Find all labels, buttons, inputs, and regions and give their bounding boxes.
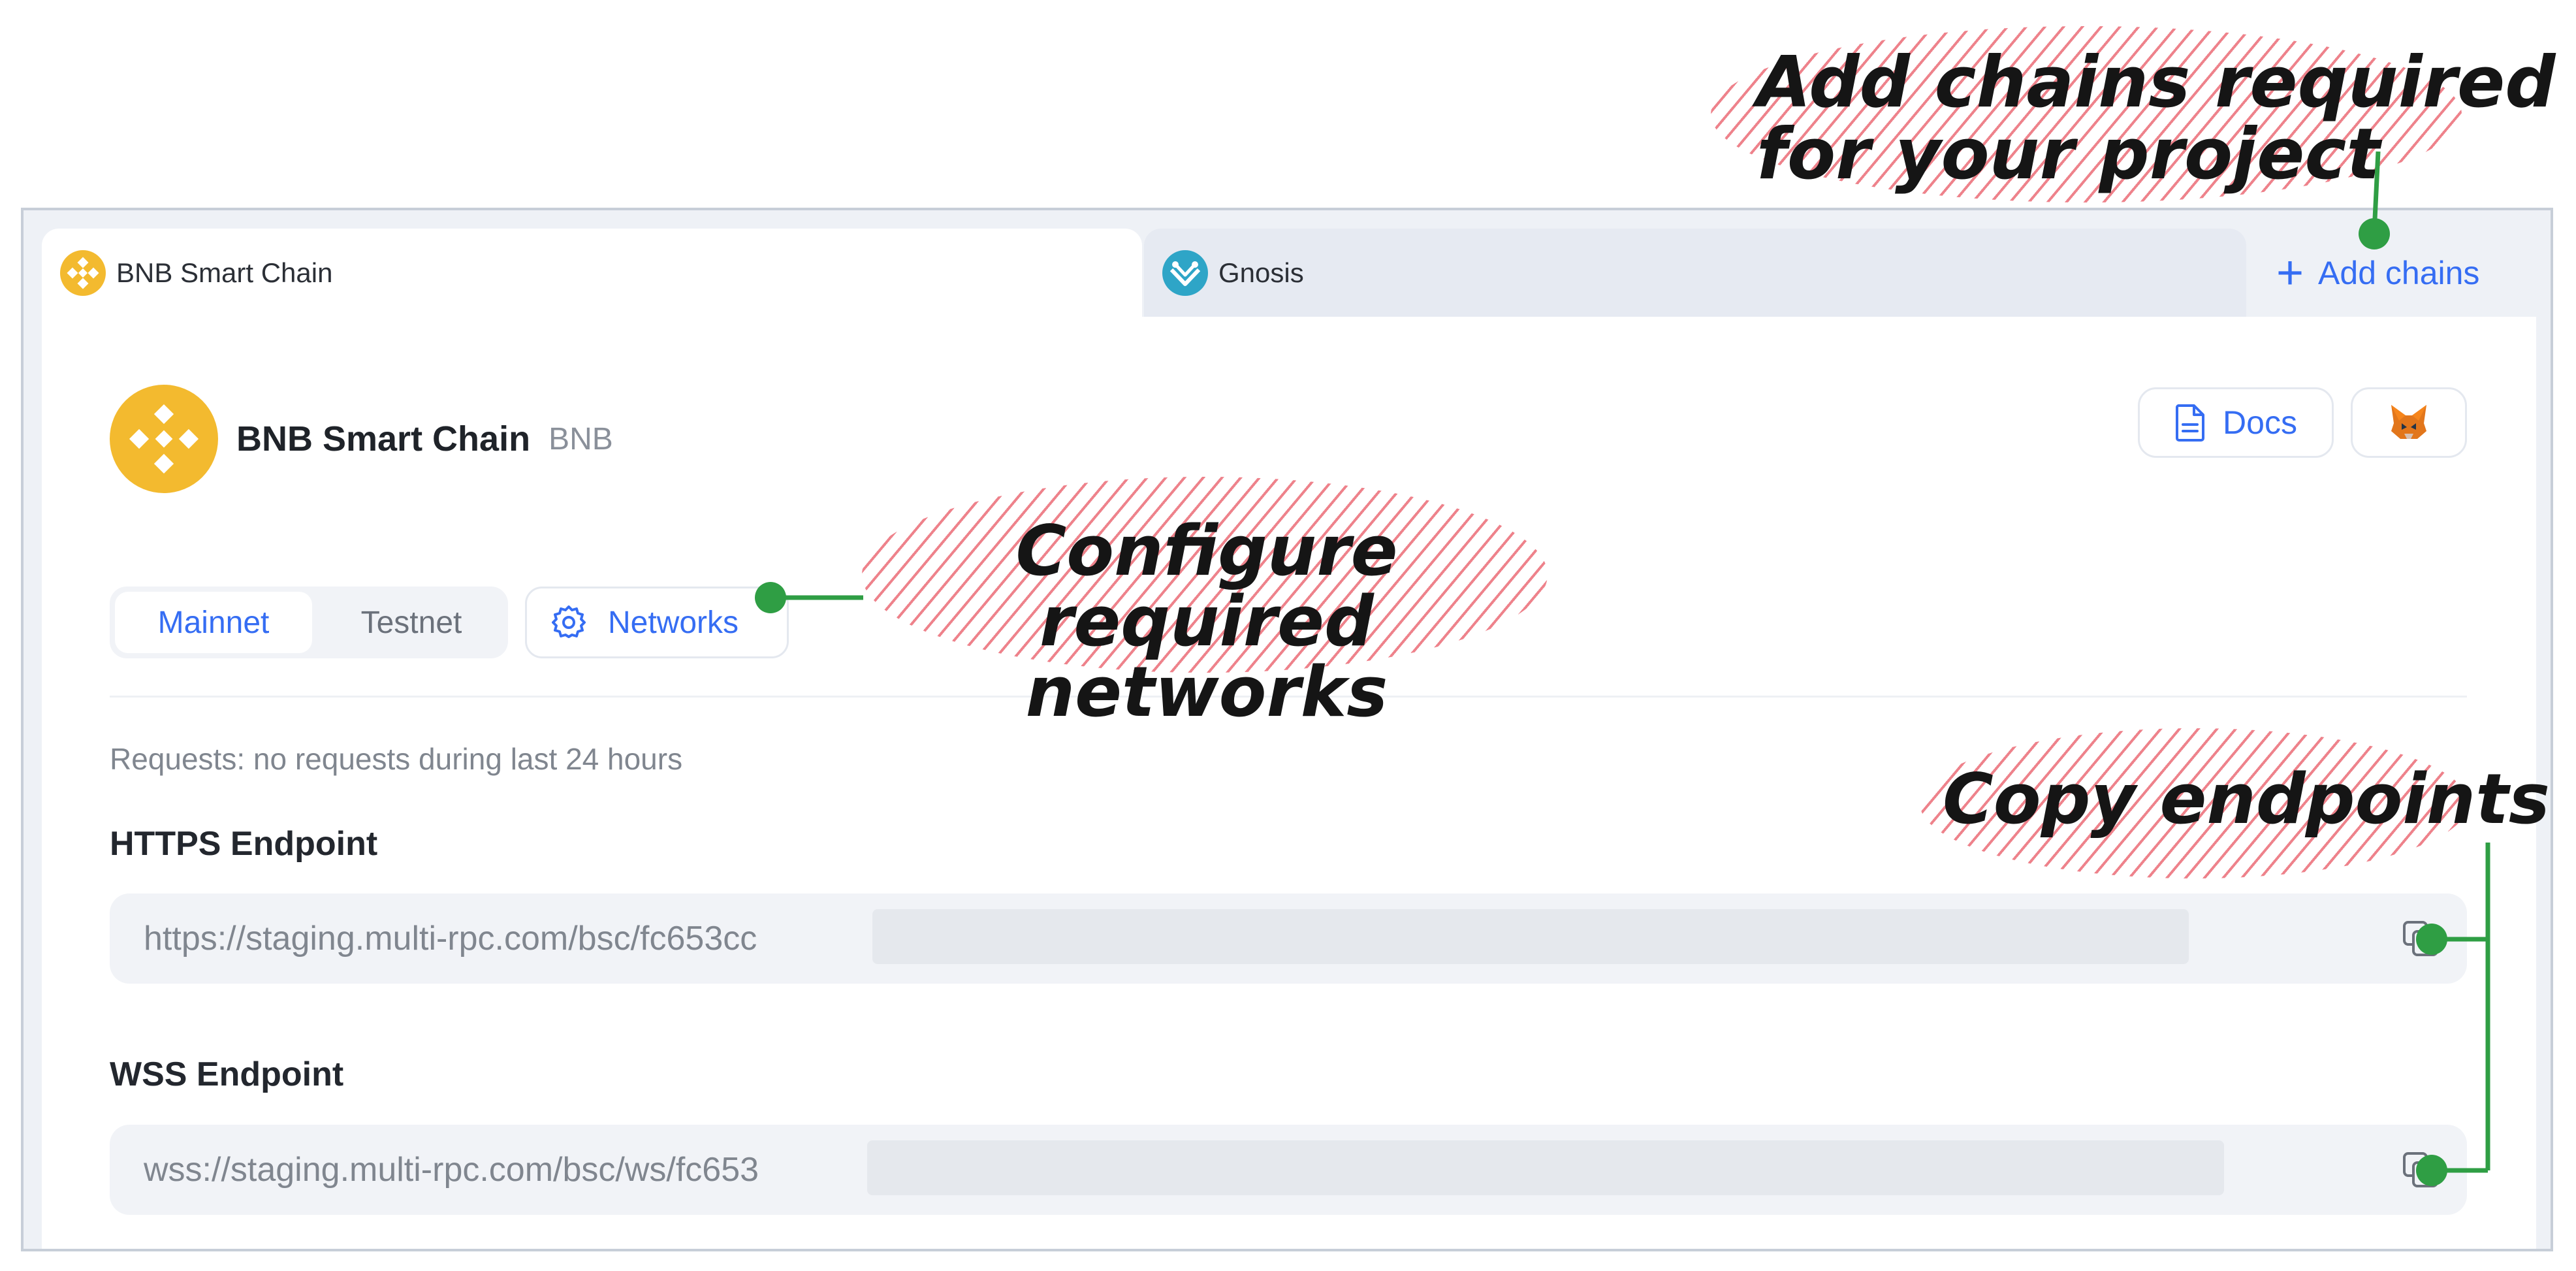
add-chains-label: Add chains (2318, 254, 2480, 291)
toggle-testnet[interactable]: Testnet (319, 592, 504, 653)
chain-symbol: BNB (549, 421, 613, 457)
metamask-fox-icon (2391, 405, 2426, 439)
metamask-button[interactable] (2351, 387, 2467, 458)
toggle-mainnet[interactable]: Mainnet (115, 592, 312, 653)
https-endpoint-value: https://staging.multi-rpc.com/bsc/fc653c… (144, 920, 757, 957)
add-chains-button[interactable]: + Add chains (2276, 229, 2479, 317)
annotation-copy: Copy endpoints (1943, 759, 2550, 839)
network-toggle: Mainnet Testnet (110, 587, 508, 658)
bnb-logo-icon (60, 249, 106, 296)
bnb-logo-icon (110, 385, 218, 493)
tab-label: Gnosis (1218, 257, 1304, 288)
docs-label: Docs (2223, 404, 2297, 441)
https-endpoint-label: HTTPS Endpoint (110, 825, 378, 863)
document-icon (2176, 404, 2205, 442)
wss-endpoint-field[interactable]: wss://staging.multi-rpc.com/bsc/ws/fc653 (110, 1125, 2467, 1215)
annotation-add-chains: Add chains required for your project (1757, 42, 2556, 196)
annotation-add-chains-line-2: for your project (1757, 114, 2381, 196)
annotation-add-chains-line-1: Add chains required (1757, 42, 2556, 123)
networks-label: Networks (608, 605, 739, 640)
annotation-configure-line-2: networks (1025, 652, 1388, 733)
docs-button[interactable]: Docs (2138, 387, 2334, 458)
wss-endpoint-value: wss://staging.multi-rpc.com/bsc/ws/fc653 (144, 1151, 759, 1189)
chain-header: BNB Smart Chain BNB (110, 385, 613, 493)
networks-button[interactable]: Networks (525, 587, 789, 658)
annotation-configure: Configure required networks (887, 511, 1527, 733)
https-endpoint-field[interactable]: https://staging.multi-rpc.com/bsc/fc653c… (110, 893, 2467, 984)
tab-label: BNB Smart Chain (116, 257, 333, 288)
tab-gnosis[interactable]: Gnosis (1144, 229, 2246, 317)
redacted-mask (867, 1140, 2224, 1195)
annotation-configure-line-1: Configure required (1015, 511, 1398, 662)
tab-bnb-smart-chain[interactable]: BNB Smart Chain (42, 229, 1142, 317)
plus-icon: + (2276, 246, 2304, 299)
copy-icon[interactable] (2402, 1151, 2441, 1190)
requests-status: Requests: no requests during last 24 hou… (110, 742, 683, 776)
gear-icon (552, 605, 586, 638)
wss-endpoint-label: WSS Endpoint (110, 1055, 344, 1093)
gnosis-logo-icon (1162, 249, 1208, 296)
redacted-mask (872, 909, 2189, 964)
chain-title: BNB Smart Chain (236, 419, 531, 459)
copy-icon[interactable] (2402, 920, 2441, 959)
